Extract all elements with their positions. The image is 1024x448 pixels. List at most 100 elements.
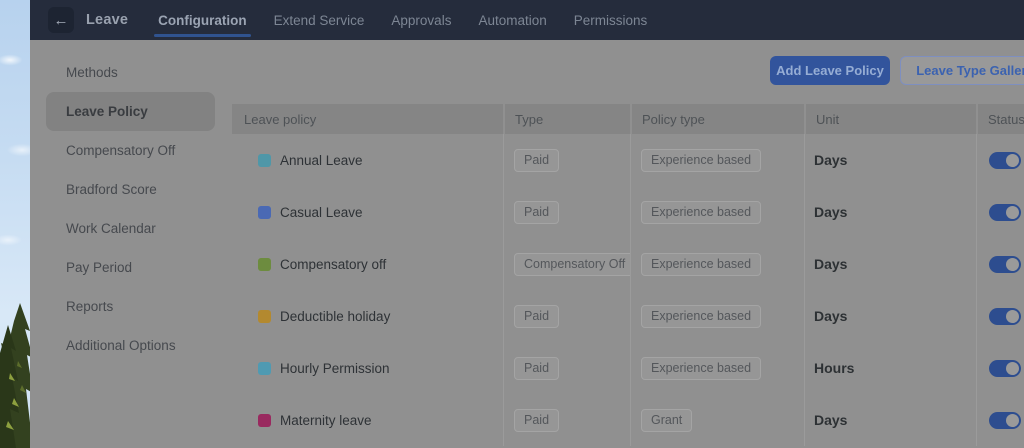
- table-row: Maternity leave Paid Grant Days: [232, 394, 1024, 446]
- sidebar-item-pay-period[interactable]: Pay Period: [30, 248, 230, 287]
- status-toggle[interactable]: [989, 204, 1021, 221]
- nav-tab-label: Extend Service: [274, 13, 365, 28]
- sidebar-item-bradford-score[interactable]: Bradford Score: [30, 170, 230, 209]
- policy-type-cell: Grant: [630, 394, 804, 446]
- table-row: Deductible holiday Paid Experience based…: [232, 290, 1024, 342]
- back-arrow-icon: ←: [54, 12, 69, 29]
- leave-name: Maternity leave: [280, 413, 372, 428]
- column-header-policy-type: Policy type: [630, 104, 804, 134]
- toggle-knob: [1006, 362, 1019, 375]
- type-badge: Paid: [514, 357, 559, 380]
- leave-policy-cell[interactable]: Hourly Permission: [232, 342, 503, 394]
- leave-color-swatch: [258, 258, 271, 271]
- leave-policy-cell[interactable]: Compensatory off: [232, 238, 503, 290]
- back-button[interactable]: ←: [48, 7, 74, 33]
- type-badge: Paid: [514, 409, 559, 432]
- leave-policy-table: Leave policy Type Policy type Unit Statu…: [232, 104, 1024, 448]
- column-header-leave-policy: Leave policy: [232, 104, 503, 134]
- settings-sidebar: Methods Leave Policy Compensatory Off Br…: [30, 53, 230, 365]
- unit-cell: Days: [804, 394, 976, 446]
- policy-type-cell: Experience based: [630, 238, 804, 290]
- leave-policy-cell[interactable]: Maternity leave: [232, 394, 503, 446]
- type-cell: Paid: [503, 186, 630, 238]
- table-row: Compensatory off Compensatory Off Experi…: [232, 238, 1024, 290]
- unit-label: Days: [814, 308, 847, 324]
- type-cell: Paid: [503, 290, 630, 342]
- sidebar-item-label: Compensatory Off: [66, 143, 175, 158]
- status-toggle[interactable]: [989, 360, 1021, 377]
- status-cell: [976, 238, 1024, 290]
- unit-label: Days: [814, 412, 847, 428]
- status-cell: [976, 134, 1024, 186]
- leave-policy-cell[interactable]: Deductible holiday: [232, 290, 503, 342]
- column-header-status: Status: [976, 104, 1024, 134]
- leave-color-swatch: [258, 206, 271, 219]
- leave-color-swatch: [258, 414, 271, 427]
- nav-tab-automation[interactable]: Automation: [478, 0, 546, 40]
- sidebar-item-label: Work Calendar: [66, 221, 156, 236]
- policy-type-cell: Experience based: [630, 186, 804, 238]
- sidebar-item-work-calendar[interactable]: Work Calendar: [30, 209, 230, 248]
- sidebar-item-label: Bradford Score: [66, 182, 157, 197]
- sidebar-item-reports[interactable]: Reports: [30, 287, 230, 326]
- status-toggle[interactable]: [989, 412, 1021, 429]
- unit-cell: Days: [804, 290, 976, 342]
- leave-policy-cell[interactable]: Annual Leave: [232, 134, 503, 186]
- unit-cell: Days: [804, 238, 976, 290]
- policy-type-cell: Experience based: [630, 342, 804, 394]
- leave-color-swatch: [258, 310, 271, 323]
- unit-label: Hours: [814, 360, 854, 376]
- leave-name: Compensatory off: [280, 257, 386, 272]
- sidebar-item-label: Additional Options: [66, 338, 176, 353]
- unit-cell: Days: [804, 134, 976, 186]
- leave-color-swatch: [258, 154, 271, 167]
- nav-tab-extend-service[interactable]: Extend Service: [274, 0, 365, 40]
- policy-type-badge: Experience based: [641, 305, 761, 328]
- desktop-wallpaper: [0, 0, 33, 448]
- leave-color-swatch: [258, 362, 271, 375]
- type-cell: Paid: [503, 342, 630, 394]
- table-rows: Annual Leave Paid Experience based Days …: [232, 134, 1024, 446]
- nav-tab-label: Automation: [478, 13, 546, 28]
- policy-type-badge: Experience based: [641, 357, 761, 380]
- nav-tab-label: Permissions: [574, 13, 648, 28]
- policy-type-badge: Grant: [641, 409, 692, 432]
- table-row: Hourly Permission Paid Experience based …: [232, 342, 1024, 394]
- status-toggle[interactable]: [989, 256, 1021, 273]
- app-window: ← Leave Configuration Extend Service App…: [30, 0, 1024, 448]
- content-area: Methods Leave Policy Compensatory Off Br…: [30, 40, 1024, 448]
- toggle-knob: [1006, 310, 1019, 323]
- unit-cell: Hours: [804, 342, 976, 394]
- toggle-knob: [1006, 206, 1019, 219]
- status-cell: [976, 342, 1024, 394]
- leave-policy-cell[interactable]: Casual Leave: [232, 186, 503, 238]
- module-title: Leave: [86, 12, 128, 28]
- column-header-unit: Unit: [804, 104, 976, 134]
- status-cell: [976, 290, 1024, 342]
- toggle-knob: [1006, 154, 1019, 167]
- nav-tab-approvals[interactable]: Approvals: [391, 0, 451, 40]
- sidebar-item-leave-policy[interactable]: Leave Policy: [46, 92, 215, 131]
- sidebar-item-label: Pay Period: [66, 260, 132, 275]
- toggle-knob: [1006, 414, 1019, 427]
- action-bar: Add Leave Policy Leave Type Gallery: [30, 56, 1024, 85]
- sidebar-item-compensatory-off[interactable]: Compensatory Off: [30, 131, 230, 170]
- nav-tab-permissions[interactable]: Permissions: [574, 0, 648, 40]
- nav-tab-label: Configuration: [158, 13, 246, 28]
- toggle-knob: [1006, 258, 1019, 271]
- add-leave-policy-button[interactable]: Add Leave Policy: [770, 56, 890, 85]
- leave-type-gallery-button[interactable]: Leave Type Gallery: [900, 56, 1024, 85]
- type-cell: Paid: [503, 134, 630, 186]
- sidebar-item-label: Reports: [66, 299, 113, 314]
- status-toggle[interactable]: [989, 308, 1021, 325]
- sidebar-item-additional-options[interactable]: Additional Options: [30, 326, 230, 365]
- policy-type-badge: Experience based: [641, 253, 761, 276]
- status-toggle[interactable]: [989, 152, 1021, 169]
- policy-type-badge: Experience based: [641, 201, 761, 224]
- unit-label: Days: [814, 256, 847, 272]
- leave-name: Hourly Permission: [280, 361, 390, 376]
- policy-type-cell: Experience based: [630, 290, 804, 342]
- nav-tab-configuration[interactable]: Configuration: [158, 0, 246, 40]
- nav-tab-label: Approvals: [391, 13, 451, 28]
- type-badge: Paid: [514, 149, 559, 172]
